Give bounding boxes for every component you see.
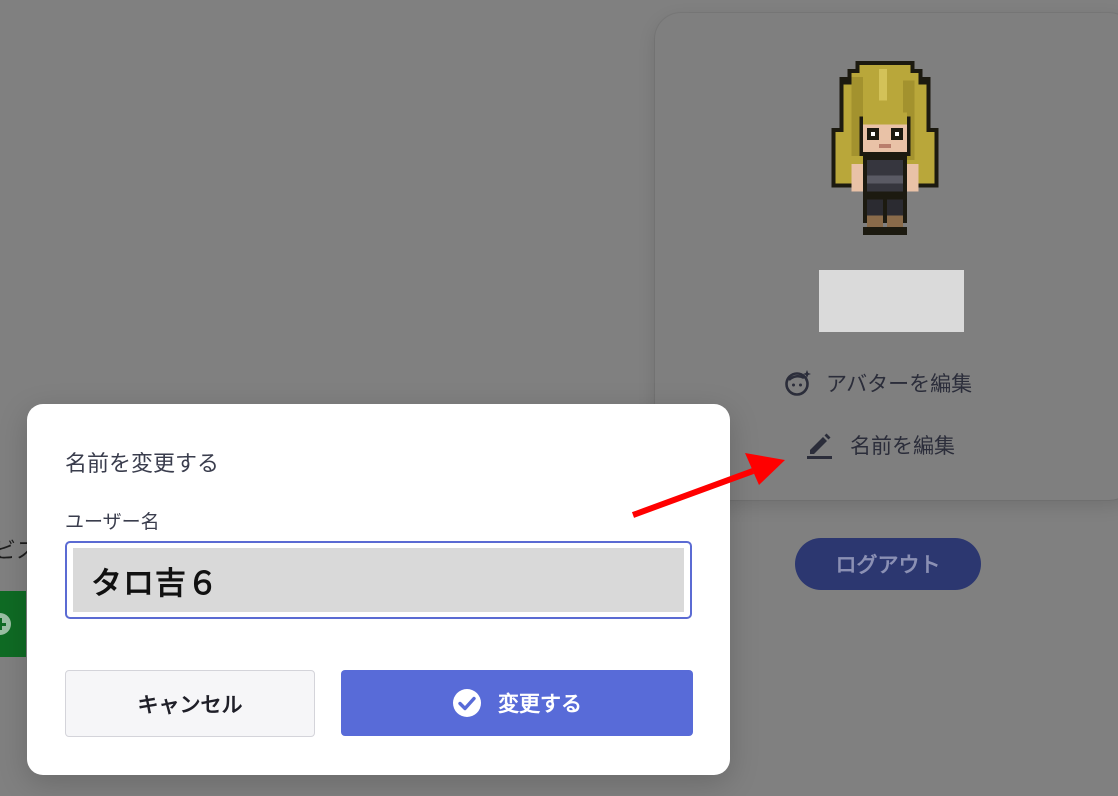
edit-name-link[interactable]: 名前を編集 bbox=[806, 430, 955, 460]
add-button-partial[interactable] bbox=[0, 591, 26, 657]
edit-avatar-link[interactable]: アバターを編集 bbox=[784, 368, 972, 398]
pencil-icon bbox=[807, 433, 832, 459]
edit-avatar-label: アバターを編集 bbox=[826, 372, 973, 396]
username-field-label: ユーザー名 bbox=[65, 511, 160, 533]
plus-circle-icon bbox=[0, 613, 11, 635]
edit-name-label: 名前を編集 bbox=[850, 434, 955, 458]
dialog-title: 名前を変更する bbox=[65, 452, 220, 477]
confirm-change-button[interactable]: 変更する bbox=[341, 670, 693, 736]
user-avatar bbox=[831, 60, 939, 236]
username-field-wrapper bbox=[65, 541, 692, 619]
face-sparkle-icon bbox=[785, 370, 811, 396]
annotation-arrow bbox=[631, 453, 785, 518]
screen: ビス bbox=[0, 0, 1118, 796]
username-input[interactable] bbox=[73, 548, 684, 612]
check-circle-icon bbox=[453, 689, 481, 717]
username-redacted bbox=[819, 270, 964, 332]
confirm-change-label: 変更する bbox=[498, 692, 582, 716]
logout-button[interactable]: ログアウト bbox=[795, 538, 981, 590]
cancel-button[interactable]: キャンセル bbox=[65, 670, 315, 737]
